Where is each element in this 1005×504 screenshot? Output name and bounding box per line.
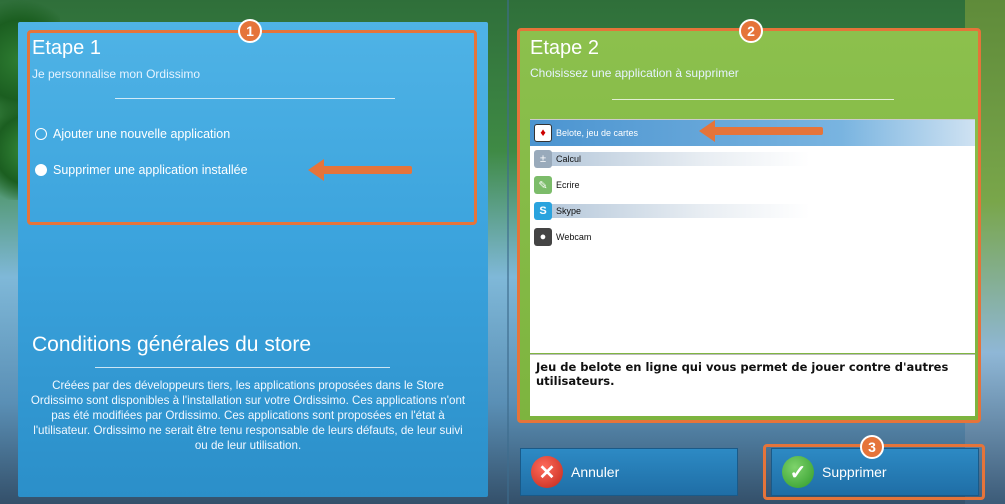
write-icon: ✎ <box>534 176 552 194</box>
webcam-icon: ● <box>534 228 552 246</box>
panel-divider <box>507 0 509 504</box>
list-item-skype[interactable]: S Skype <box>530 198 975 224</box>
step1-title: Etape 1 <box>32 37 101 59</box>
step2-subtitle: Choisissez une application à supprimer <box>530 66 739 80</box>
list-item-label: Calcul <box>556 154 582 164</box>
calculator-icon: ± <box>534 150 552 168</box>
check-icon: ✓ <box>782 456 814 488</box>
arrow-pointer-icon <box>699 120 823 142</box>
step2-badge: 2 <box>739 19 763 43</box>
step1-badge: 1 <box>238 19 262 43</box>
list-item-calcul[interactable]: ± Calcul <box>530 146 975 172</box>
application-description: Jeu de belote en ligne qui vous permet d… <box>530 354 975 416</box>
step2-title: Etape 2 <box>530 37 599 59</box>
radio-remove-label: Supprimer une application installée <box>53 163 248 177</box>
list-item-label: Webcam <box>556 232 592 242</box>
list-item-label: Belote, jeu de cartes <box>556 128 639 138</box>
step1-subtitle: Je personnalise mon Ordissimo <box>32 67 201 81</box>
radio-unchecked-icon[interactable] <box>35 128 47 140</box>
skype-icon: S <box>534 202 552 220</box>
arrow-pointer-icon <box>308 159 412 181</box>
radio-checked-icon[interactable] <box>35 164 47 176</box>
list-item-ecrire[interactable]: ✎ Ecrire <box>530 172 975 198</box>
radio-add-label: Ajouter une nouvelle application <box>53 127 231 141</box>
cards-icon: ♦ <box>534 124 552 142</box>
list-item-webcam[interactable]: ● Webcam <box>530 224 975 250</box>
list-item-label: Skype <box>556 206 582 216</box>
step1-separator <box>115 98 395 99</box>
radio-add-application[interactable]: Ajouter une nouvelle application <box>35 127 230 141</box>
radio-remove-application[interactable]: Supprimer une application installée <box>35 163 248 177</box>
application-list[interactable]: ♦ Belote, jeu de cartes ± Calcul ✎ Ecrir… <box>530 119 975 353</box>
cancel-button-label: Annuler <box>571 464 620 480</box>
delete-button-label: Supprimer <box>822 464 887 480</box>
step3-badge: 3 <box>860 435 884 459</box>
row-stripe <box>550 152 810 166</box>
conditions-separator <box>95 367 390 368</box>
close-icon: ✕ <box>531 456 563 488</box>
cancel-button[interactable]: ✕ Annuler <box>520 448 738 496</box>
list-item-label: Ecrire <box>556 180 580 190</box>
row-stripe <box>550 204 810 218</box>
conditions-title: Conditions générales du store <box>32 333 312 356</box>
step2-separator <box>612 99 894 100</box>
conditions-text: Créées par des développeurs tiers, les a… <box>30 379 466 452</box>
